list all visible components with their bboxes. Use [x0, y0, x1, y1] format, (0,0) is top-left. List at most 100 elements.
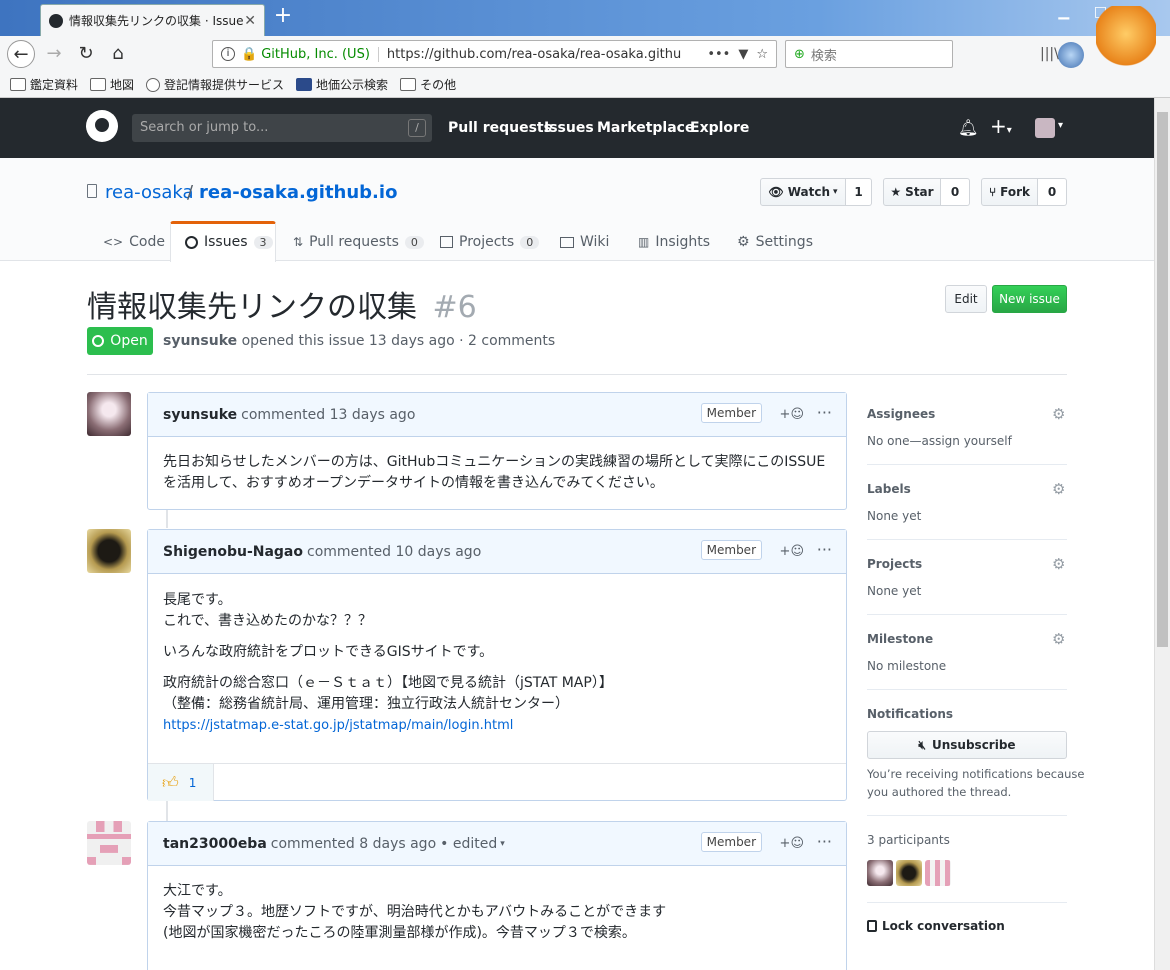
lock-label: Lock conversation [882, 919, 1005, 933]
browser-tab[interactable]: 情報収集先リンクの収集 · Issue ✕ [40, 4, 265, 36]
tab-counter: 0 [520, 235, 540, 249]
notifications-bell-icon[interactable]: 🔔︎ [958, 118, 978, 137]
add-reaction-icon[interactable]: +☺ [780, 836, 804, 851]
labels-heading[interactable]: Labels [867, 482, 911, 496]
watch-count[interactable]: 1 [846, 178, 872, 206]
back-button[interactable]: ← [7, 40, 35, 68]
bookmark-folder-map[interactable]: 地図 [90, 76, 134, 93]
star-button[interactable]: ★ Star [883, 178, 941, 206]
info-icon[interactable]: i [221, 47, 235, 61]
url-text[interactable]: https://github.com/rea-osaka/rea-osaka.g… [387, 47, 699, 62]
lock-conversation-link[interactable]: Lock conversation [867, 919, 1005, 933]
bookmark-folder-kantei[interactable]: 鑑定資料 [10, 76, 78, 93]
comment-line: 長尾です。 [163, 592, 232, 608]
tab-label: Settings [755, 234, 813, 250]
participant-avatar[interactable] [925, 860, 951, 886]
user-avatar-menu[interactable] [1035, 118, 1055, 138]
gear-icon[interactable]: ⚙ [1052, 555, 1065, 573]
nav-pull-requests[interactable]: Pull requests [448, 120, 552, 136]
gear-icon[interactable]: ⚙ [1052, 405, 1065, 423]
pocket-icon[interactable]: ▼ [738, 47, 748, 62]
assignees-heading[interactable]: Assignees [867, 407, 935, 421]
home-button[interactable]: ⌂ [104, 40, 132, 68]
tab-issues[interactable]: Issues 3 [185, 234, 273, 250]
chevron-down-icon: ▾ [1058, 120, 1064, 131]
url-bar[interactable]: i 🔒 GitHub, Inc. (US) https://github.com… [212, 40, 777, 68]
reload-button[interactable]: ↻ [72, 40, 100, 68]
globe-extension-icon[interactable] [1058, 42, 1084, 68]
assignees-value[interactable]: No one—assign yourself [867, 434, 1012, 448]
add-reaction-icon[interactable]: +☺ [780, 407, 804, 422]
tab-settings[interactable]: ⚙ Settings [737, 234, 813, 250]
page-actions-icon[interactable]: ••• [707, 47, 730, 62]
comment-options-icon[interactable]: ··· [817, 403, 832, 422]
comment-author[interactable]: syunsuke [163, 407, 237, 423]
repo-owner-link[interactable]: rea-osaka [105, 182, 194, 203]
tab-code[interactable]: <> Code [103, 234, 165, 250]
library-icon[interactable]: |||\ [1040, 46, 1059, 62]
create-new-icon[interactable]: +▾ [990, 114, 1012, 138]
comment-options-icon[interactable]: ··· [817, 540, 832, 559]
comment-author[interactable]: Shigenobu-Nagao [163, 544, 303, 560]
close-tab-icon[interactable]: ✕ [244, 13, 256, 29]
gear-icon[interactable]: ⚙ [1052, 480, 1065, 498]
fork-count[interactable]: 0 [1038, 178, 1067, 206]
comment: syunsuke commented 13 days ago Member +☺… [147, 392, 847, 510]
search-engine-icon: ⊕ [794, 46, 805, 62]
edited-dropdown[interactable]: • edited [440, 836, 497, 852]
thumbs-up-reaction[interactable]: 👍︎ 1 [148, 764, 214, 801]
edit-issue-button[interactable]: Edit [945, 285, 987, 313]
bookmark-folder-other[interactable]: その他 [400, 76, 456, 93]
tab-insights[interactable]: ▥ Insights [638, 234, 710, 250]
jstat-map-link[interactable]: https://jstatmap.e-stat.go.jp/jstatmap/m… [163, 718, 513, 733]
comment-timestamp[interactable]: commented 8 days ago [271, 836, 436, 852]
comment-body: 大江です。 今昔マップ３。地歴ソフトですが、明治時代とかもアバウトみることができ… [148, 866, 846, 959]
nav-issues[interactable]: Issues [544, 120, 594, 136]
browser-search-field[interactable]: ⊕ 検索 [785, 40, 953, 68]
avatar[interactable] [87, 821, 131, 865]
bookmark-star-icon[interactable]: ☆ [756, 47, 768, 62]
avatar[interactable] [87, 529, 131, 573]
bookmark-chika[interactable]: 地価公示検索 [296, 76, 388, 93]
tab-pull-requests[interactable]: ⇅ Pull requests 0 [293, 234, 424, 250]
nav-marketplace[interactable]: Marketplace [597, 120, 694, 136]
github-logo-icon[interactable] [86, 110, 118, 142]
issue-author-link[interactable]: syunsuke [163, 333, 237, 349]
github-favicon-icon [49, 13, 63, 28]
participant-avatar[interactable] [867, 860, 893, 886]
scrollbar-thumb[interactable] [1157, 112, 1168, 647]
forward-button[interactable]: → [40, 40, 68, 68]
minimize-icon[interactable]: ▁ [1058, 4, 1069, 28]
new-tab-button[interactable]: + [272, 5, 294, 28]
fork-button[interactable]: ⑂ Fork [981, 178, 1038, 206]
milestone-heading[interactable]: Milestone [867, 632, 933, 646]
tab-label: Pull requests [309, 234, 399, 250]
comment-timestamp[interactable]: commented 13 days ago [241, 407, 415, 423]
comment-options-icon[interactable]: ··· [817, 832, 832, 851]
star-count[interactable]: 0 [941, 178, 970, 206]
nav-explore[interactable]: Explore [690, 120, 749, 136]
graph-icon: ▥ [638, 235, 650, 249]
avatar[interactable] [87, 392, 131, 436]
project-icon [440, 236, 453, 248]
comment: tan23000eba commented 8 days ago • edite… [147, 821, 847, 970]
watch-button[interactable]: 👁︎ Watch ▾ [760, 178, 846, 206]
comment-author[interactable]: tan23000eba [163, 836, 267, 852]
chevron-down-icon: ▾ [833, 187, 838, 197]
new-issue-button[interactable]: New issue [992, 285, 1067, 313]
comment-timestamp[interactable]: commented 10 days ago [307, 544, 481, 560]
issue-meta: syunsuke opened this issue 13 days ago ·… [163, 333, 555, 349]
add-reaction-icon[interactable]: +☺ [780, 544, 804, 559]
github-search-input[interactable]: Search or jump to... / [132, 114, 432, 142]
gear-icon[interactable]: ⚙ [1052, 630, 1065, 648]
tab-wiki[interactable]: Wiki [560, 234, 609, 250]
projects-heading[interactable]: Projects [867, 557, 922, 571]
unsubscribe-button[interactable]: 🔇︎ Unsubscribe [867, 731, 1067, 759]
bookmark-touki[interactable]: 登記情報提供サービス [146, 76, 284, 93]
site-identity[interactable]: GitHub, Inc. (US) [261, 46, 379, 62]
fox-mascot-icon[interactable] [1096, 6, 1156, 76]
participant-avatar[interactable] [896, 860, 922, 886]
tab-projects[interactable]: Projects 0 [440, 234, 540, 250]
repo-name-link[interactable]: rea-osaka.github.io [199, 182, 397, 203]
scrollbar[interactable] [1154, 98, 1170, 970]
